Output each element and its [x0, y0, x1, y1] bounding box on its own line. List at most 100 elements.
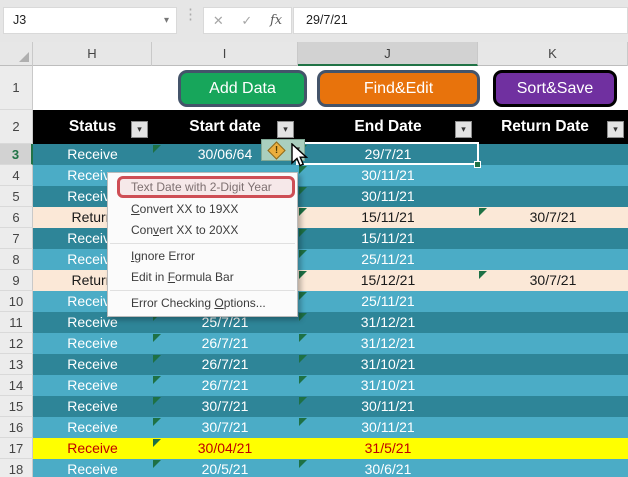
name-box-dropdown-icon[interactable]: ▾: [164, 8, 169, 33]
cell-K6[interactable]: 30/7/21: [478, 207, 628, 228]
row-header-10[interactable]: 10: [0, 291, 33, 312]
column-header-H[interactable]: H: [33, 42, 152, 66]
row-header-12[interactable]: 12: [0, 333, 33, 354]
cell-K5[interactable]: [478, 186, 628, 207]
error-indicator-triangle: [299, 397, 307, 405]
cancel-icon[interactable]: ✕: [213, 13, 224, 29]
cell-K17[interactable]: [478, 438, 628, 459]
cell-K11[interactable]: [478, 312, 628, 333]
row-header-14[interactable]: 14: [0, 375, 33, 396]
cell-H13[interactable]: Receive: [33, 354, 152, 375]
error-options-button[interactable]: ! ▾: [261, 139, 305, 161]
cell-J16[interactable]: 30/11/21: [298, 417, 478, 438]
cell-I12[interactable]: 26/7/21: [152, 333, 298, 354]
cell-H15[interactable]: Receive: [33, 396, 152, 417]
cell-J15[interactable]: 30/11/21: [298, 396, 478, 417]
formula-button-group: ✕ ✓ fx: [203, 7, 292, 34]
cell-J11[interactable]: 31/12/21: [298, 312, 478, 333]
error-indicator-triangle: [153, 397, 161, 405]
cell-J13[interactable]: 31/10/21: [298, 354, 478, 375]
row-header-11[interactable]: 11: [0, 312, 33, 333]
cell-H12[interactable]: Receive: [33, 333, 152, 354]
cell-K16[interactable]: [478, 417, 628, 438]
filter-button-K[interactable]: ▾: [607, 121, 624, 138]
row-header-3[interactable]: 3: [0, 144, 33, 165]
menu-item-error-checking-options[interactable]: Error Checking Options...: [108, 293, 297, 314]
cell-K8[interactable]: [478, 249, 628, 270]
cell-J7[interactable]: 15/11/21: [298, 228, 478, 249]
cell-H3[interactable]: Receive: [33, 144, 152, 165]
cell-J9[interactable]: 15/12/21: [298, 270, 478, 291]
filter-button-I[interactable]: ▾: [277, 121, 294, 138]
cell-J8[interactable]: 25/11/21: [298, 249, 478, 270]
cell-K7[interactable]: [478, 228, 628, 249]
row-header-18[interactable]: 18: [0, 459, 33, 477]
select-all-button[interactable]: [0, 42, 33, 66]
formula-bar-value: 29/7/21: [306, 13, 348, 27]
row-header-2[interactable]: 2: [0, 110, 33, 144]
cell-K13[interactable]: [478, 354, 628, 375]
error-indicator-triangle: [153, 376, 161, 384]
insert-function-icon[interactable]: fx: [270, 13, 282, 28]
cell-I17[interactable]: 30/04/21: [152, 438, 298, 459]
cell-H14[interactable]: Receive: [33, 375, 152, 396]
error-indicator-triangle: [299, 334, 307, 342]
cell-K9[interactable]: 30/7/21: [478, 270, 628, 291]
menu-item-edit-in-formula-bar[interactable]: Edit in Formula Bar: [108, 267, 297, 288]
cell-H16[interactable]: Receive: [33, 417, 152, 438]
row-header-6[interactable]: 6: [0, 207, 33, 228]
sort-save-button[interactable]: Sort&Save: [493, 70, 617, 107]
cell-K10[interactable]: [478, 291, 628, 312]
row-header-9[interactable]: 9: [0, 270, 33, 291]
name-box[interactable]: J3 ▾: [3, 7, 177, 34]
cell-I15[interactable]: 30/7/21: [152, 396, 298, 417]
row-header-15[interactable]: 15: [0, 396, 33, 417]
find-edit-button[interactable]: Find&Edit: [317, 70, 480, 107]
name-box-value: J3: [13, 13, 26, 27]
cell-H18[interactable]: Receive: [33, 459, 152, 477]
cell-J3[interactable]: 29/7/21: [298, 144, 478, 165]
enter-icon[interactable]: ✓: [241, 13, 252, 29]
cell-K4[interactable]: [478, 165, 628, 186]
row-header-7[interactable]: 7: [0, 228, 33, 249]
cell-J4[interactable]: 30/11/21: [298, 165, 478, 186]
row-header-8[interactable]: 8: [0, 249, 33, 270]
filter-button-J[interactable]: ▾: [455, 121, 472, 138]
menu-item-convert-xx-to-19xx[interactable]: Convert XX to 19XX: [108, 199, 297, 220]
menu-item-ignore-error[interactable]: Ignore Error: [108, 246, 297, 267]
column-header-I[interactable]: I: [152, 42, 298, 66]
menu-separator: [110, 290, 295, 291]
cell-J6[interactable]: 15/11/21: [298, 207, 478, 228]
row-header-4[interactable]: 4: [0, 165, 33, 186]
cell-I18[interactable]: 20/5/21: [152, 459, 298, 477]
row-header-5[interactable]: 5: [0, 186, 33, 207]
cell-J14[interactable]: 31/10/21: [298, 375, 478, 396]
formula-bar-separator: ⋮: [183, 8, 198, 21]
cell-J12[interactable]: 31/12/21: [298, 333, 478, 354]
context-menu-title: Text Date with 2-Digit Year: [108, 176, 297, 199]
cell-J18[interactable]: 30/6/21: [298, 459, 478, 477]
cell-K12[interactable]: [478, 333, 628, 354]
cell-J17[interactable]: 31/5/21: [298, 438, 478, 459]
table-header-J: End Date: [298, 110, 478, 144]
cell-J10[interactable]: 25/11/21: [298, 291, 478, 312]
cell-H17[interactable]: Receive: [33, 438, 152, 459]
cell-I14[interactable]: 26/7/21: [152, 375, 298, 396]
formula-bar-input[interactable]: 29/7/21: [293, 7, 628, 34]
cell-K14[interactable]: [478, 375, 628, 396]
column-header-J[interactable]: J: [298, 42, 478, 66]
filter-button-H[interactable]: ▾: [131, 121, 148, 138]
cell-K15[interactable]: [478, 396, 628, 417]
cell-K3[interactable]: [478, 144, 628, 165]
add-data-button[interactable]: Add Data: [178, 70, 307, 107]
row-header-1[interactable]: 1: [0, 66, 33, 110]
row-header-17[interactable]: 17: [0, 438, 33, 459]
cell-I13[interactable]: 26/7/21: [152, 354, 298, 375]
row-header-13[interactable]: 13: [0, 354, 33, 375]
menu-item-convert-xx-to-20xx[interactable]: Convert XX to 20XX: [108, 220, 297, 241]
row-header-16[interactable]: 16: [0, 417, 33, 438]
cell-I16[interactable]: 30/7/21: [152, 417, 298, 438]
cell-K18[interactable]: [478, 459, 628, 477]
column-header-K[interactable]: K: [478, 42, 628, 66]
cell-J5[interactable]: 30/11/21: [298, 186, 478, 207]
